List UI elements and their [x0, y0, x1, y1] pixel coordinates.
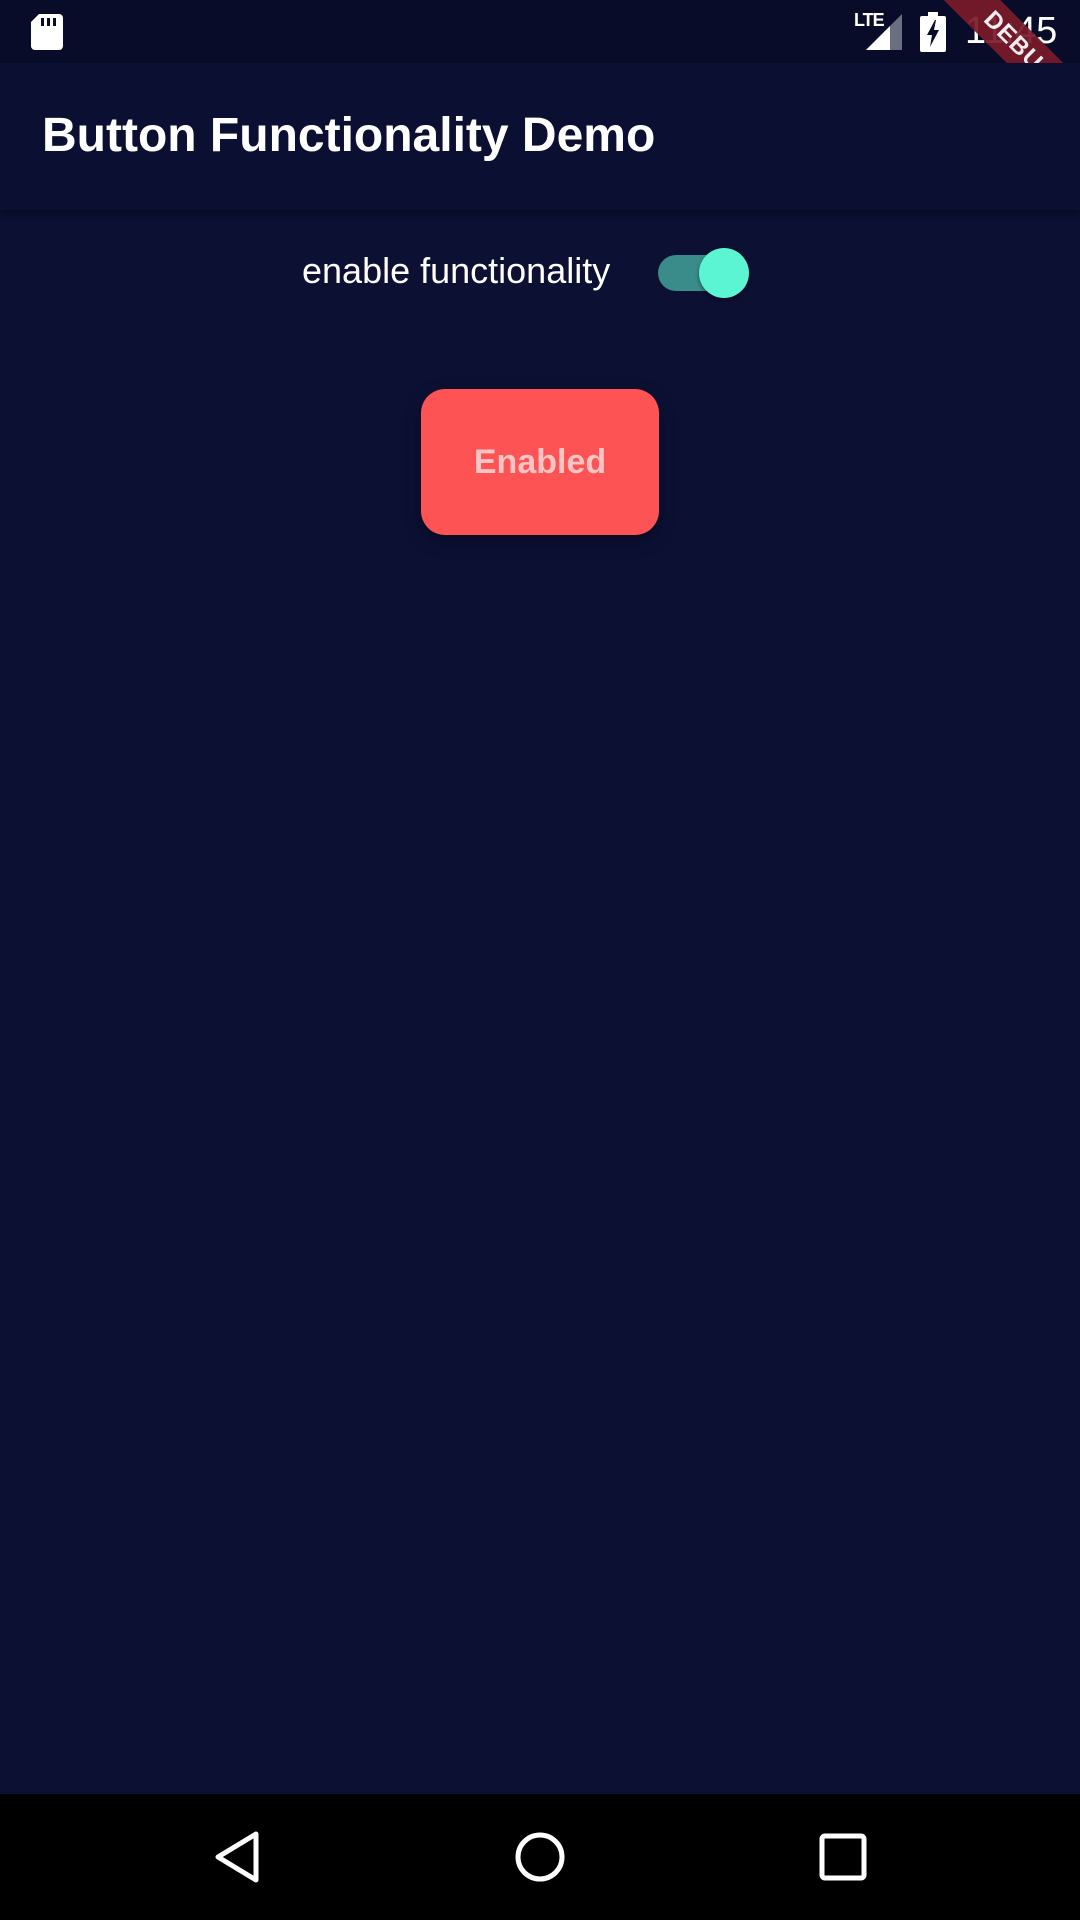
enable-functionality-switch[interactable] — [656, 246, 752, 300]
navigation-bar — [0, 1794, 1080, 1920]
enabled-button-label: Enabled — [473, 442, 607, 481]
sd-card-icon — [31, 14, 63, 50]
app-bar: Button Functionality Demo — [0, 63, 1080, 210]
app-screen: LTE 11:45 DEBUG Button Functionality Dem… — [0, 0, 1080, 1920]
status-bar: LTE 11:45 — [0, 0, 1080, 63]
battery-charging-icon — [920, 12, 946, 52]
signal-strength-icon — [866, 14, 902, 50]
page-title: Button Functionality Demo — [42, 109, 656, 162]
home-icon[interactable] — [510, 1829, 570, 1885]
switch-thumb — [699, 248, 749, 298]
switch-label: enable functionality — [302, 250, 611, 291]
enabled-button[interactable]: Enabled — [421, 389, 659, 535]
back-icon[interactable] — [208, 1829, 268, 1885]
recents-icon[interactable] — [813, 1829, 873, 1885]
